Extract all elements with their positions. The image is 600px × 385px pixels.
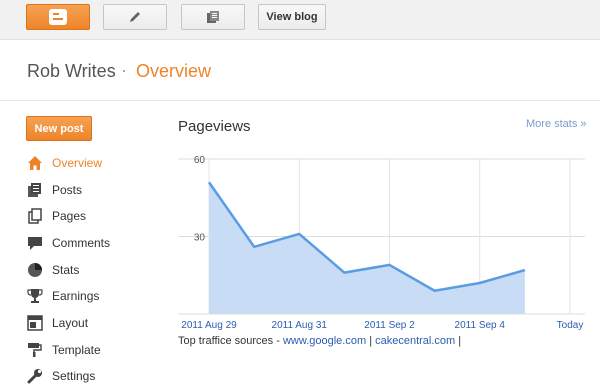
x-tick-label: 2011 Sep 4 — [455, 320, 506, 331]
x-tick-label: Today — [557, 320, 584, 331]
y-tick-label: 30 — [194, 233, 206, 244]
x-tick-label: 2011 Aug 31 — [272, 320, 328, 331]
chart-area — [209, 182, 525, 314]
y-tick-label: 60 — [194, 155, 206, 166]
top-traffic-sources: Top traffice sources - www.google.com | … — [178, 335, 461, 347]
x-tick-label: 2011 Sep 2 — [364, 320, 415, 331]
traffic-sources-label: Top traffice sources - — [178, 335, 280, 347]
x-tick-label: 2011 Aug 29 — [181, 320, 237, 331]
traffic-source-link[interactable]: www.google.com — [283, 335, 366, 347]
traffic-source-link[interactable]: cakecentral.com — [375, 335, 455, 347]
pageviews-chart: 60 30 2011 Aug 29 2011 Aug 31 2011 Sep 2 2011… — [178, 155, 585, 331]
traffic-separator: | — [458, 335, 462, 347]
traffic-separator: | — [369, 335, 373, 347]
